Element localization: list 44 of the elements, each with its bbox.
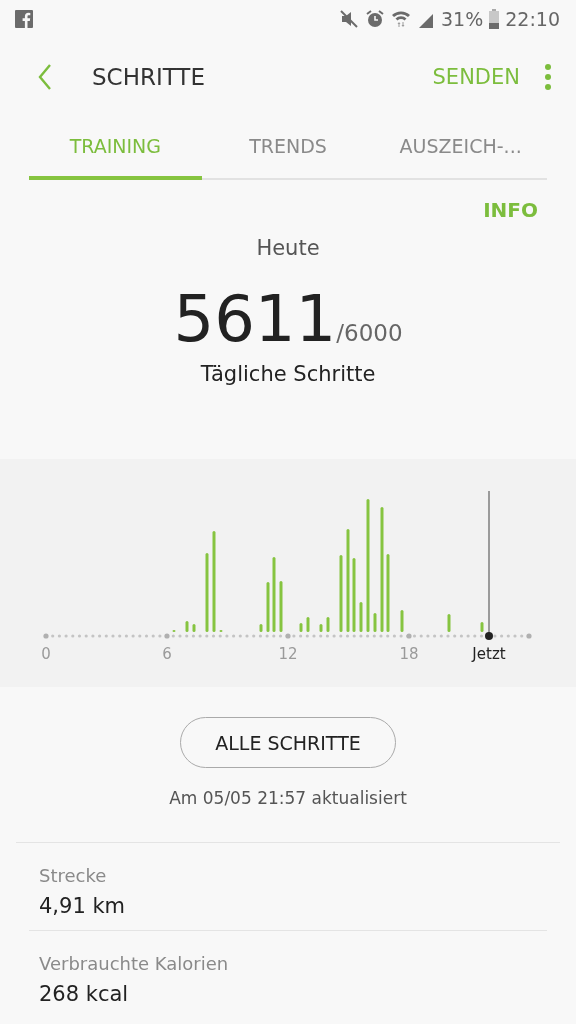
facebook-icon [15,10,33,28]
bar [359,602,363,632]
bar [299,623,303,632]
screen-title: SCHRITTE [92,64,206,90]
stat-label: Strecke [39,865,108,886]
all-steps-button[interactable]: ALLE SCHRITTE [180,717,396,768]
bar [319,624,323,632]
axis-label: 0 [41,645,51,663]
daily-steps-label: Tägliche Schritte [200,362,376,386]
tab[interactable]: AUSZEICH-... [374,116,547,180]
bar [259,624,263,632]
mute-icon [339,9,359,29]
send-button[interactable]: SENDEN [418,61,534,93]
stat-label: Verbrauchte Kalorien [39,953,230,974]
bar [400,610,404,632]
stat-value: 268 kcal [39,982,130,1006]
more-icon [544,64,552,90]
axis-label: 12 [278,645,298,663]
battery-percent: 31% [441,8,484,30]
bar [326,617,330,632]
clock-time: 22:10 [505,8,560,30]
info-link[interactable]: INFO [483,198,538,222]
alarm-icon [365,9,385,29]
period-label: Heute [256,236,320,260]
axis-label: 6 [162,645,172,663]
tab[interactable]: TRAINING [29,116,202,180]
now-label: Jetzt [472,645,506,663]
bar [185,621,189,632]
bar [306,617,310,632]
bar [447,614,451,632]
bar [266,582,270,632]
battery-icon [489,9,500,29]
bar [279,581,283,632]
tab[interactable]: TRENDS [201,116,375,180]
step-count: 5611 [173,282,337,356]
update-time: Am 05/05 21:57 aktualisiert [168,788,408,808]
bar [373,613,377,632]
step-goal: /6000 [336,320,403,346]
wifi-icon [391,9,411,29]
stat-value: 4,91 km [39,894,127,918]
bar [192,624,196,632]
back-icon [38,64,52,90]
bar [480,622,484,632]
axis-label: 18 [399,645,419,663]
